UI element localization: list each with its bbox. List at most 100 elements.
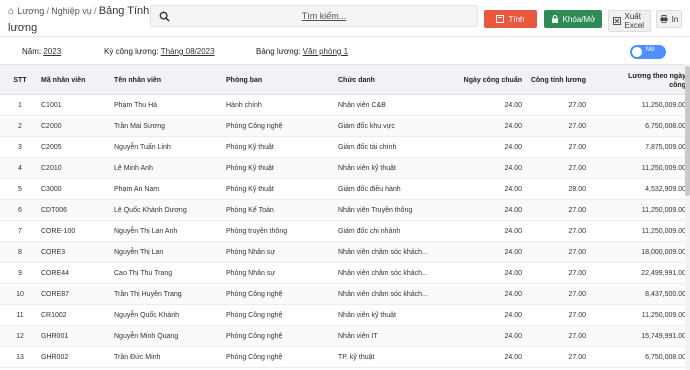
cell-job-title: Giám đốc điều hành — [338, 186, 401, 193]
salary-table: STT Mã nhân viên Tên nhân viên Phòng ban… — [0, 64, 690, 368]
column-header-standard-days[interactable]: Ngày công chuẩn — [446, 65, 522, 96]
cell-stt: 13 — [16, 354, 24, 361]
cell-standard-days: 24.00 — [504, 270, 522, 277]
column-header-employee-name[interactable]: Tên nhân viên — [114, 65, 226, 96]
table-header: STT Mã nhân viên Tên nhân viên Phòng ban… — [0, 64, 690, 95]
cell-standard-days: 24.00 — [504, 144, 522, 151]
cell-standard-days: 24.00 — [504, 165, 522, 172]
cell-stt: 7 — [18, 228, 22, 235]
column-header-stt[interactable]: STT — [0, 65, 40, 96]
period-select[interactable]: Tháng 08/2023 — [161, 47, 215, 56]
cell-standard-days: 24.00 — [504, 333, 522, 340]
column-header-employee-code[interactable]: Mã nhân viên — [40, 65, 114, 96]
cell-stt: 12 — [16, 333, 24, 340]
cell-department: Phòng Kỹ thuật — [226, 144, 274, 151]
cell-employee-name: Nguyễn Minh Quang — [114, 333, 179, 340]
table-row[interactable]: 7 CORE-100 Nguyễn Thị Lan Anh Phòng truyền … — [0, 221, 690, 242]
print-button[interactable]: In — [656, 10, 682, 28]
scrollbar-thumb[interactable] — [685, 66, 690, 196]
search-input[interactable] — [175, 8, 473, 24]
table-row[interactable]: 8 CORE3 Nguyễn Thị Lan Phòng Nhân sự Nhân vi… — [0, 242, 690, 263]
year-filter: Năm: 2023 — [22, 47, 61, 56]
table-row[interactable]: 13 GHR002 Trần Đức Minh Phòng Công nghệ TP. … — [0, 347, 690, 368]
breadcrumb-item-nghiep-vu[interactable]: Nghiệp vụ — [51, 6, 92, 16]
column-header-job-title[interactable]: Chức danh — [338, 65, 446, 96]
cell-stt: 8 — [18, 249, 22, 256]
cell-work-days: 27.00 — [568, 291, 586, 298]
cell-employee-code: C2000 — [41, 123, 62, 130]
column-header-work-days[interactable]: Công tính lương — [522, 65, 586, 96]
export-excel-button[interactable]: Xuất Excel — [608, 10, 651, 32]
cell-daily-salary: 11,250,009.00 — [641, 102, 686, 109]
open-close-toggle[interactable]: Mở — [630, 45, 666, 59]
cell-job-title: Nhân viên kỹ thuật — [338, 165, 396, 172]
table-row[interactable]: 12 GHR001 Nguyễn Minh Quang Phòng Công nghệ… — [0, 326, 690, 347]
breadcrumb-item-luong[interactable]: Lương — [17, 6, 44, 16]
table-body: 1 C1001 Phạm Thu Hà Hành chính Nhân viên C&B… — [0, 95, 690, 368]
cell-department: Phòng Công nghệ — [226, 312, 283, 319]
cell-work-days: 27.00 — [568, 333, 586, 340]
cell-work-days: 27.00 — [568, 270, 586, 277]
search-icon[interactable] — [159, 11, 170, 22]
cell-stt: 9 — [18, 270, 22, 277]
table-row[interactable]: 4 C2010 Lê Minh Anh Phòng Kỹ thuật Nhân viên… — [0, 158, 690, 179]
cell-job-title: TP. kỹ thuật — [338, 354, 375, 361]
toggle-knob — [632, 47, 642, 57]
table-row[interactable]: 9 CORE44 Cao Thị Thu Trang Phòng Nhân sự Nhâ… — [0, 263, 690, 284]
cell-employee-name: Nguyễn Tuấn Linh — [114, 144, 171, 151]
cell-daily-salary: 7,875,009.00 — [645, 144, 686, 151]
column-header-department[interactable]: Phòng ban — [226, 65, 338, 96]
cell-daily-salary: 11,250,009.00 — [641, 207, 686, 214]
table-row[interactable]: 11 CR1002 Nguyễn Quốc Khánh Phòng Công nghệ… — [0, 305, 690, 326]
year-label: Năm: — [22, 47, 42, 56]
excel-icon — [612, 17, 621, 25]
calculate-button[interactable]: Tính — [484, 10, 537, 28]
cell-work-days: 27.00 — [568, 165, 586, 172]
cell-daily-salary: 22,499,991.00 — [641, 270, 686, 277]
cell-employee-name: Trần Đức Minh — [114, 354, 161, 361]
cell-employee-name: Nguyễn Quốc Khánh — [114, 312, 179, 319]
cell-employee-code: GHR001 — [41, 333, 69, 340]
cell-employee-name: Trần Mai Sương — [114, 123, 166, 130]
cell-work-days: 27.00 — [568, 123, 586, 130]
table-row[interactable]: 3 C2005 Nguyễn Tuấn Linh Phòng Kỹ thuật Giám… — [0, 137, 690, 158]
cell-stt: 1 — [18, 102, 22, 109]
cell-employee-name: Lê Quốc Khánh Dương — [114, 207, 187, 214]
year-select[interactable]: 2023 — [43, 47, 61, 56]
cell-job-title: Giám đốc tài chính — [338, 144, 397, 151]
cell-standard-days: 24.00 — [504, 102, 522, 109]
cell-job-title: Nhân viên kỹ thuật — [338, 312, 396, 319]
cell-work-days: 27.00 — [568, 102, 586, 109]
cell-job-title: Nhân viên IT — [338, 333, 378, 340]
table-row[interactable]: 2 C2000 Trần Mai Sương Phòng Công nghệ Giám … — [0, 116, 690, 137]
table-row[interactable]: 10 CORE87 Trần Thị Huyền Trang Phòng Công n… — [0, 284, 690, 305]
cell-work-days: 27.00 — [568, 207, 586, 214]
cell-standard-days: 24.00 — [504, 207, 522, 214]
cell-standard-days: 24.00 — [504, 312, 522, 319]
cell-department: Phòng Nhân sự — [226, 249, 276, 256]
table-row[interactable]: 1 C1001 Phạm Thu Hà Hành chính Nhân viên C&B… — [0, 95, 690, 116]
home-icon[interactable]: ⌂ — [8, 6, 14, 17]
cell-employee-name: Nguyễn Thị Lan Anh — [114, 228, 178, 235]
cell-employee-code: CDT006 — [41, 207, 68, 214]
cell-department: Phòng Nhân sự — [226, 270, 276, 277]
column-header-daily-salary[interactable]: Lương theo ngày công — [586, 65, 686, 96]
column-header-daily-salary-line2: công — [669, 81, 686, 89]
cell-job-title: Nhân viên chăm sóc khách... — [338, 249, 428, 256]
cell-job-title: Nhân viên chăm sóc khách... — [338, 291, 428, 298]
cell-daily-salary: 11,250,009.00 — [641, 165, 686, 172]
export-excel-label: Xuất Excel — [624, 12, 645, 30]
cell-daily-salary: 18,000,009.00 — [641, 249, 686, 256]
breadcrumb: ⌂ Lương / Nghiệp vụ / Bảng Tính lương — [8, 3, 158, 37]
table-row[interactable]: 6 CDT006 Lê Quốc Khánh Dương Phòng Kế Toán N… — [0, 200, 690, 221]
column-header-daily-salary-line1: Lương theo ngày — [628, 72, 686, 80]
table-row[interactable]: 5 C3000 Phạm An Nam Phòng Kỹ thuật Giám đốc … — [0, 179, 690, 200]
cell-job-title: Giám đốc chi nhánh — [338, 228, 401, 235]
salary-table-select[interactable]: Văn phòng 1 — [303, 47, 348, 56]
lock-unlock-button[interactable]: Khóa/Mở — [544, 10, 602, 28]
cell-standard-days: 24.00 — [504, 291, 522, 298]
cell-employee-name: Trần Thị Huyền Trang — [114, 291, 182, 298]
lock-unlock-label: Khóa/Mở — [562, 14, 596, 24]
cell-work-days: 27.00 — [568, 249, 586, 256]
vertical-scrollbar[interactable] — [685, 64, 690, 370]
